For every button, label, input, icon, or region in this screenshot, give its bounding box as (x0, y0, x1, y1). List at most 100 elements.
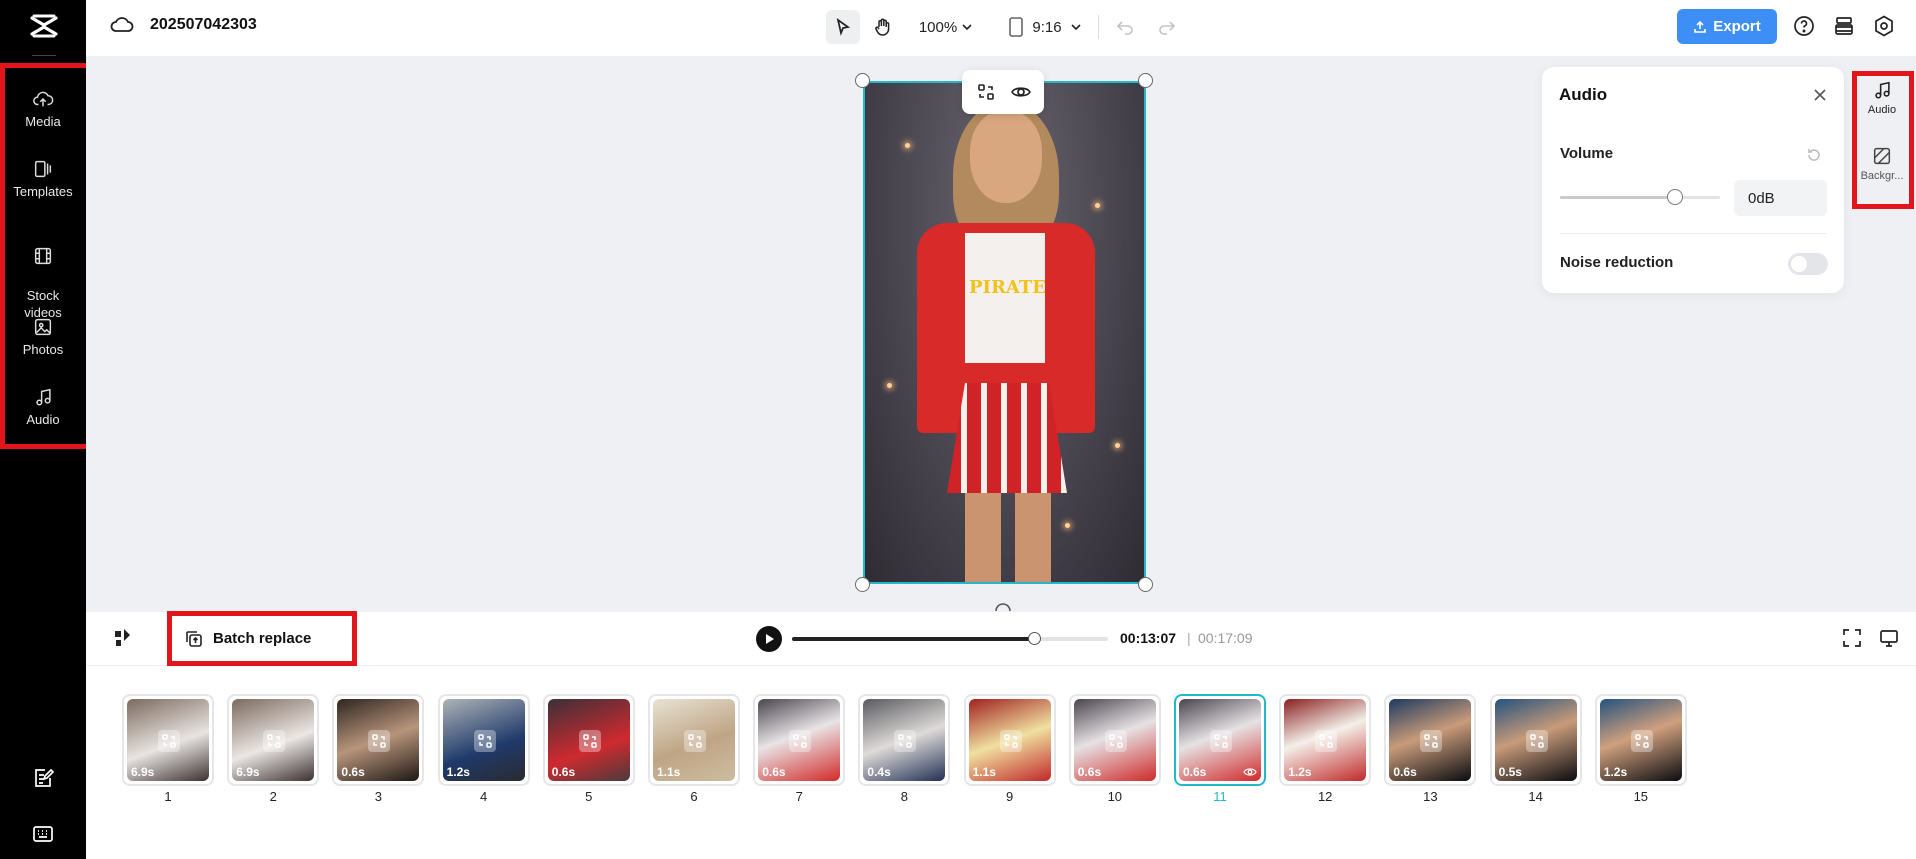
clip-thumbnail-7[interactable]: 0.6s (753, 694, 846, 786)
resize-handle-bottom-left[interactable] (855, 577, 870, 592)
clip-image: 1.2s (1599, 699, 1682, 781)
replace-icon[interactable] (976, 82, 996, 102)
panel-divider (1560, 233, 1826, 234)
replace-icon[interactable] (1525, 730, 1548, 752)
replace-icon[interactable] (368, 730, 391, 752)
clip-image: 0.5s (1494, 699, 1577, 781)
replace-icon[interactable] (263, 730, 286, 752)
playback-progress-track[interactable] (792, 632, 1108, 645)
playhead-knob[interactable] (1027, 632, 1041, 645)
batch-replace-button[interactable]: Batch replace (167, 611, 357, 666)
clip-thumbnail-10[interactable]: 0.6s (1068, 694, 1161, 786)
clip-thumbnail-2[interactable]: 6.9s (227, 694, 320, 786)
clip-number: 4 (479, 789, 488, 804)
clip-thumbnail-12[interactable]: 1.2s (1279, 694, 1372, 786)
replace-icon[interactable] (1104, 730, 1127, 752)
current-time: 00:13:07 (1120, 630, 1177, 646)
replace-icon[interactable] (999, 730, 1022, 752)
clip-duration: 0.6s (1077, 765, 1102, 779)
capcut-logo[interactable] (28, 12, 60, 40)
aspect-ratio-dropdown[interactable]: 9:16 (1004, 10, 1086, 44)
clip-number: 13 (1423, 789, 1438, 804)
resize-handle-top-left[interactable] (855, 73, 870, 88)
volume-slider-knob[interactable] (1667, 189, 1684, 205)
undo-button[interactable] (1112, 10, 1138, 44)
clip-thumbnail-5[interactable]: 0.6s (542, 694, 635, 786)
noise-reduction-toggle[interactable] (1788, 253, 1828, 275)
eye-icon[interactable] (1010, 82, 1032, 102)
right-tab-highlight-box (1852, 71, 1914, 209)
clip-image: 0.4s (863, 699, 946, 781)
clip-number: 14 (1528, 789, 1543, 804)
clip-thumbnail-14[interactable]: 0.5s (1489, 694, 1582, 786)
clip-number: 1 (164, 789, 172, 804)
clip-number: 15 (1633, 789, 1649, 804)
replace-icon[interactable] (684, 730, 706, 752)
clip-number: 2 (269, 789, 277, 804)
clip-duration: 1.2s (1288, 765, 1312, 779)
person-shirt (965, 233, 1045, 363)
clip-thumbnail-13[interactable]: 0.6s (1384, 694, 1477, 786)
aspect-ratio-icon (1009, 17, 1024, 37)
clip-duration: 1.2s (1603, 765, 1628, 779)
clip-thumbnail-6[interactable]: 1.1s (648, 694, 740, 786)
replace-icon[interactable] (894, 730, 917, 752)
clip-thumbnail-15[interactable]: 1.2s (1594, 694, 1687, 786)
project-title[interactable]: 202507042303 (150, 16, 257, 34)
rotate-icon[interactable] (993, 600, 1013, 612)
export-button[interactable]: Export (1677, 9, 1777, 44)
sidebar-highlight-box (0, 63, 92, 449)
replace-icon[interactable] (1210, 730, 1232, 752)
volume-slider-fill (1560, 196, 1676, 199)
panel-title: Audio (1559, 85, 1608, 104)
aspect-label: 9:16 (1032, 18, 1062, 36)
cloud-sync-icon[interactable] (110, 14, 134, 36)
settings-icon[interactable] (1872, 14, 1896, 38)
volume-input[interactable]: 0dB (1734, 180, 1827, 216)
clip-image: 0.6s (1389, 699, 1472, 781)
volume-slider[interactable] (1560, 189, 1720, 205)
redo-button[interactable] (1154, 10, 1180, 44)
volume-label: Volume (1560, 145, 1614, 162)
select-tool-button[interactable] (826, 10, 860, 44)
preview-floating-toolbar (962, 70, 1044, 114)
clip-thumbnail-1[interactable]: 6.9s (122, 694, 214, 786)
clip-thumbnail-3[interactable]: 0.6s (332, 694, 425, 786)
help-icon[interactable] (1792, 14, 1816, 38)
clip-thumbnail-8[interactable]: 0.4s (858, 694, 951, 786)
clip-thumbnail-11[interactable]: 0.6s (1174, 694, 1266, 786)
replace-icon[interactable] (1420, 730, 1443, 752)
clip-image: 0.6s (547, 699, 630, 781)
play-button[interactable] (756, 626, 782, 652)
sidebar-divider (32, 55, 56, 56)
clip-thumbnail-4[interactable]: 1.2s (437, 694, 530, 786)
clip-image: 1.2s (442, 699, 525, 781)
zoom-label: 100% (918, 18, 958, 36)
clip-duration: 0.6s (341, 765, 365, 779)
layers-icon[interactable] (1832, 14, 1856, 38)
export-label: Export (1713, 18, 1761, 35)
zoom-dropdown[interactable]: 100% (912, 10, 980, 44)
replace-icon[interactable] (158, 730, 180, 752)
hand-tool-button[interactable] (866, 10, 900, 44)
clip-thumbnail-9[interactable]: 1.1s (963, 694, 1056, 786)
video-preview[interactable]: PIRATE (863, 81, 1146, 584)
replace-icon[interactable] (1315, 730, 1338, 752)
resize-handle-bottom-right[interactable] (1138, 577, 1153, 592)
replace-icon[interactable] (473, 730, 496, 752)
clip-duration: 0.6s (1183, 765, 1207, 779)
clip-duration: 0.6s (1393, 765, 1417, 779)
keyboard-icon[interactable] (31, 822, 55, 846)
replace-icon[interactable] (789, 730, 812, 752)
display-icon[interactable] (1878, 627, 1900, 649)
replace-icon[interactable] (1630, 730, 1653, 752)
clip-image: 1.2s (1284, 699, 1367, 781)
clip-duration: 0.6s (551, 765, 576, 779)
replace-icon[interactable] (578, 730, 601, 752)
reset-icon[interactable] (1806, 147, 1822, 163)
edit-notes-icon[interactable] (31, 766, 55, 790)
resize-handle-top-right[interactable] (1138, 73, 1153, 88)
fullscreen-icon[interactable] (1841, 627, 1863, 649)
close-icon[interactable] (1812, 87, 1828, 103)
smart-tool-icon[interactable] (112, 627, 134, 649)
